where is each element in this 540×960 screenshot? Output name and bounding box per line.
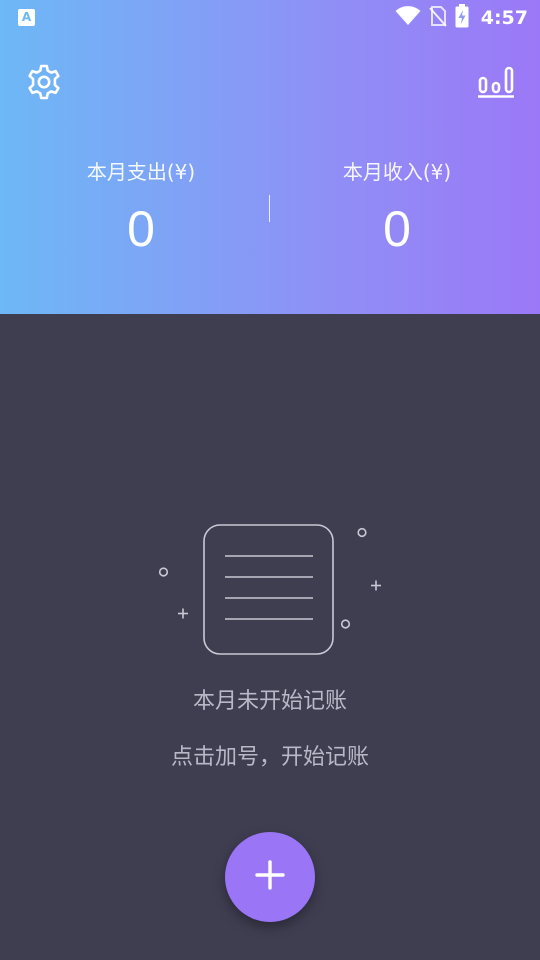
summary-header: A 4:57 本月支出(¥) 0 本月收入(¥) 0 bbox=[0, 0, 540, 314]
expense-value: 0 bbox=[127, 201, 155, 257]
add-record-button[interactable] bbox=[225, 832, 315, 922]
statistics-button[interactable] bbox=[476, 62, 516, 102]
income-label: 本月收入(¥) bbox=[342, 160, 452, 184]
no-sim-icon bbox=[428, 5, 447, 31]
wifi-icon bbox=[395, 6, 421, 30]
plus-icon bbox=[255, 860, 285, 894]
monthly-summary: 本月支出(¥) 0 本月收入(¥) 0 bbox=[0, 155, 540, 265]
expense-summary[interactable]: 本月支出(¥) 0 bbox=[6, 155, 276, 265]
status-time: 4:57 bbox=[480, 7, 528, 29]
gear-icon bbox=[24, 64, 64, 106]
a-notification-icon: A bbox=[18, 9, 35, 26]
app-screen: A 4:57 本月支出(¥) 0 本月收入(¥) 0 本月未开始记账 点击加号，… bbox=[0, 0, 540, 960]
empty-notebook-icon bbox=[150, 515, 390, 665]
expense-label: 本月支出(¥) bbox=[86, 160, 196, 184]
bar-chart-icon bbox=[476, 66, 516, 106]
status-icons: 4:57 bbox=[395, 4, 528, 32]
battery-charging-icon bbox=[455, 4, 469, 32]
status-bar: A 4:57 bbox=[0, 0, 540, 36]
empty-state-title: 本月未开始记账 bbox=[192, 689, 347, 714]
settings-button[interactable] bbox=[24, 62, 64, 102]
income-value: 0 bbox=[383, 201, 411, 257]
income-summary[interactable]: 本月收入(¥) 0 bbox=[262, 155, 532, 265]
empty-state-hint: 点击加号，开始记账 bbox=[170, 745, 369, 770]
